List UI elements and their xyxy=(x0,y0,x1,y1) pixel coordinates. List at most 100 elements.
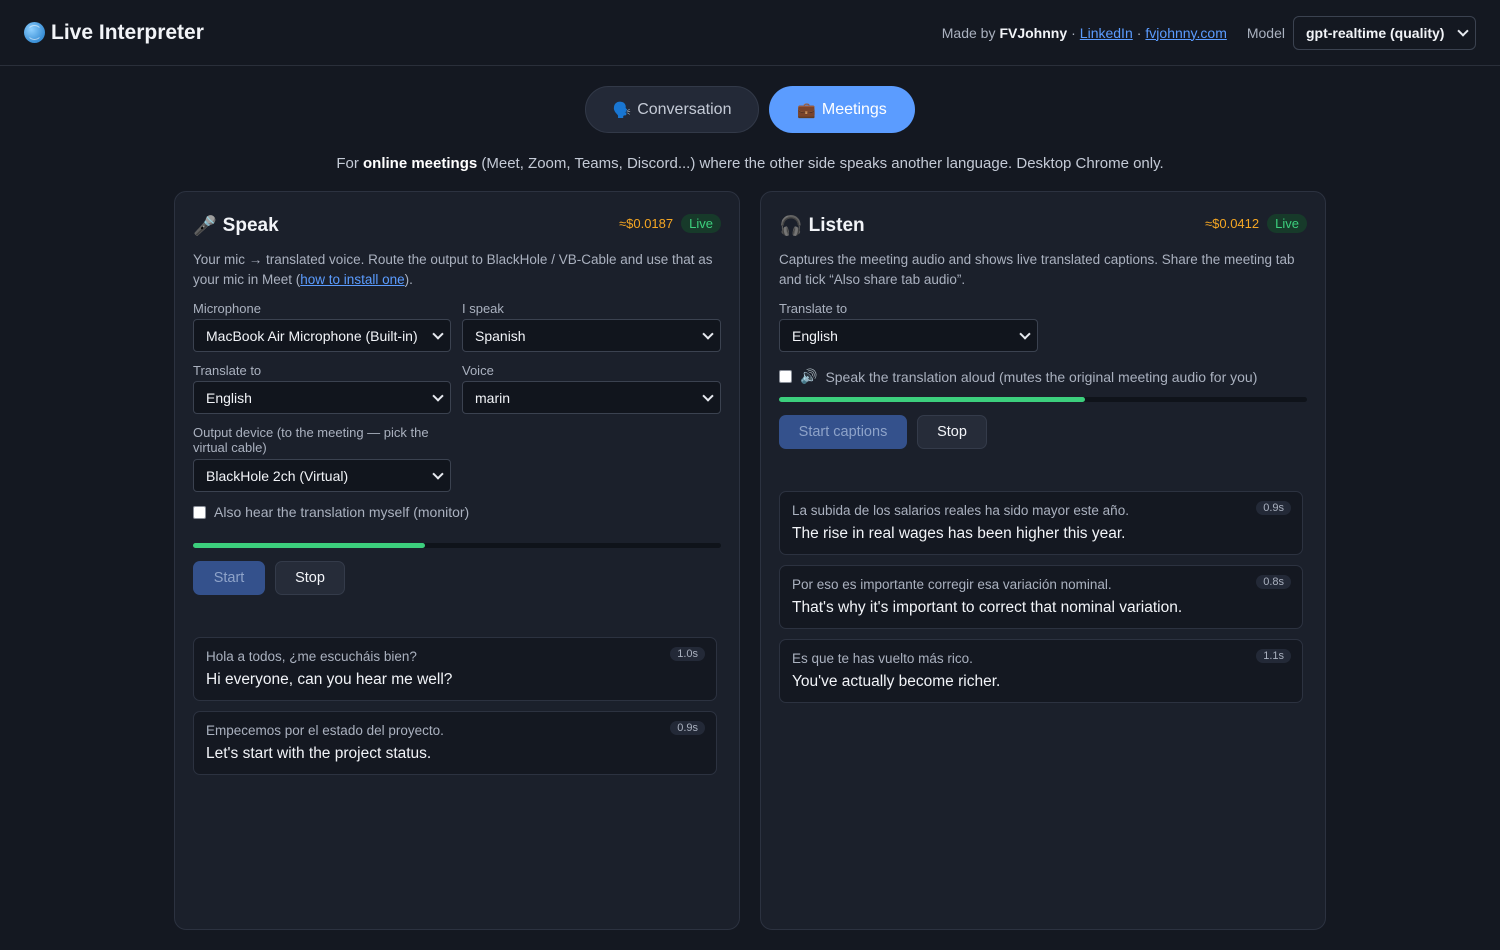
translation-text: You've actually become richer. xyxy=(792,673,1001,690)
listen-stop-button[interactable]: Stop xyxy=(917,415,987,449)
output-device-select-value: BlackHole 2ch (Virtual) xyxy=(206,467,349,484)
i-speak-label: I speak xyxy=(462,301,504,316)
subtitle-rest: (Meet, Zoom, Teams, Discord...) where th… xyxy=(481,155,1164,172)
chevron-down-icon xyxy=(702,327,714,340)
i-speak-select[interactable]: Spanish xyxy=(462,319,721,352)
output-device-label: Output device (to the meeting — pick the… xyxy=(193,425,429,455)
source-text: Por eso es importante corregir esa varia… xyxy=(792,577,1112,592)
model-select-value: gpt-realtime (quality) xyxy=(1306,24,1445,41)
subtitle-bold: online meetings xyxy=(363,155,478,172)
caption-entry: La subida de los salarios reales ha sido… xyxy=(779,491,1303,555)
app-brand: Live Interpreter xyxy=(24,21,204,45)
listen-translate-select[interactable]: English xyxy=(779,319,1038,352)
headphones-icon: 🎧 xyxy=(779,216,803,237)
install-guide-link[interactable]: how to install one xyxy=(300,272,404,287)
monitor-checkbox[interactable] xyxy=(193,505,206,519)
linkedin-link[interactable]: LinkedIn xyxy=(1080,25,1133,41)
caption-entry: Es que te has vuelto más rico. You've ac… xyxy=(779,639,1303,703)
latency-badge: 0.9s xyxy=(1256,501,1291,515)
latency-badge: 0.8s xyxy=(1256,575,1291,589)
listen-translate-label: Translate to xyxy=(779,301,848,316)
output-device-select[interactable]: BlackHole 2ch (Virtual) xyxy=(193,459,451,492)
microphone-label: Microphone xyxy=(193,301,261,316)
listen-level-fill xyxy=(779,397,1086,402)
listen-status-badge: Live xyxy=(1267,214,1307,233)
model-select[interactable]: gpt-realtime (quality) xyxy=(1293,15,1476,50)
mode-description: For online meetings (Meet, Zoom, Teams, … xyxy=(0,155,1500,172)
monitor-option: Also hear the translation myself (monito… xyxy=(193,504,469,520)
speak-aloud-checkbox[interactable] xyxy=(779,370,792,383)
tab-conversation[interactable]: 🗣️ Conversation xyxy=(585,86,759,133)
header-right: Made by FVJohnny · LinkedIn · fvjohnny.c… xyxy=(941,15,1476,50)
speak-start-button[interactable]: Start xyxy=(193,561,265,595)
top-bar: Live Interpreter Made by FVJohnny · Link… xyxy=(0,0,1500,66)
listen-title-text: Listen xyxy=(808,215,865,236)
listen-translate-select-value: English xyxy=(792,327,838,344)
speak-title: 🎤 Speak xyxy=(193,214,279,238)
translation-text: The rise in real wages has been higher t… xyxy=(792,525,1126,542)
chevron-down-icon xyxy=(432,389,444,402)
source-text: Empecemos por el estado del proyecto. xyxy=(206,723,444,738)
microphone-select-value: MacBook Air Microphone (Built-in) xyxy=(206,327,418,344)
microphone-select[interactable]: MacBook Air Microphone (Built-in) xyxy=(193,319,451,352)
source-text: Hola a todos, ¿me escucháis bien? xyxy=(206,649,417,664)
speak-translate-select-value: English xyxy=(206,389,252,406)
speak-cost: ≈$0.0187 xyxy=(619,216,674,231)
microphone-icon: 🎤 xyxy=(193,216,217,237)
caption-entry: Por eso es importante corregir esa varia… xyxy=(779,565,1303,629)
speak-level-fill xyxy=(193,543,426,548)
app-title: Live Interpreter xyxy=(51,20,204,44)
source-text: La subida de los salarios reales ha sido… xyxy=(792,503,1129,518)
listen-description: Captures the meeting audio and shows liv… xyxy=(779,252,1295,287)
chevron-down-icon xyxy=(702,389,714,402)
translation-text: That's why it's important to correct tha… xyxy=(792,599,1183,616)
i-speak-select-value: Spanish xyxy=(475,327,526,344)
voice-label: Voice xyxy=(462,363,494,378)
speaking-head-icon: 🗣️ xyxy=(612,101,632,119)
latency-badge: 1.1s xyxy=(1256,649,1291,663)
tab-conversation-label: Conversation xyxy=(637,100,732,118)
source-text: Es que te has vuelto más rico. xyxy=(792,651,973,666)
speak-panel: 🎤 Speak ≈$0.0187 Live Your mic → transla… xyxy=(174,191,740,930)
listen-panel: 🎧 Listen ≈$0.0412 Live Captures the meet… xyxy=(760,191,1326,930)
speaker-icon: 🔊 xyxy=(800,368,818,384)
speak-translate-select[interactable]: English xyxy=(193,381,451,414)
separator: · xyxy=(1136,24,1142,41)
listen-title: 🎧 Listen xyxy=(779,214,865,238)
voice-select-value: marin xyxy=(475,389,511,406)
speak-cost-row: ≈$0.0187 Live xyxy=(619,214,721,233)
latency-badge: 1.0s xyxy=(670,647,705,661)
speak-transcript-entry: Hola a todos, ¿me escucháis bien? Hi eve… xyxy=(193,637,717,701)
monitor-checkbox-label: Also hear the translation myself (monito… xyxy=(214,504,470,520)
speak-desc-text: Your mic → translated voice. Route the o… xyxy=(193,252,713,287)
mode-tabs: 🗣️ Conversation 💼 Meetings xyxy=(585,86,915,133)
speak-transcript-entry: Empecemos por el estado del proyecto. Le… xyxy=(193,711,717,775)
speak-stop-button[interactable]: Stop xyxy=(275,561,345,595)
tab-meetings[interactable]: 💼 Meetings xyxy=(769,86,915,133)
speak-level-meter xyxy=(193,543,721,548)
speak-aloud-option: 🔊 Speak the translation aloud (mutes the… xyxy=(779,368,1257,385)
start-captions-button[interactable]: Start captions xyxy=(779,415,907,449)
speak-status-badge: Live xyxy=(681,214,721,233)
author-name: FVJohnny xyxy=(999,24,1068,41)
website-link[interactable]: fvjohnny.com xyxy=(1145,25,1226,41)
subtitle-prefix: For xyxy=(336,155,359,172)
speak-description: Your mic → translated voice. Route the o… xyxy=(193,250,723,290)
tab-meetings-label: Meetings xyxy=(821,100,887,118)
latency-badge: 0.9s xyxy=(670,721,705,735)
listen-cost-row: ≈$0.0412 Live xyxy=(1205,214,1307,233)
translation-text: Let's start with the project status. xyxy=(206,745,432,762)
speak-title-text: Speak xyxy=(222,215,279,236)
briefcase-icon: 💼 xyxy=(797,101,816,119)
chevron-down-icon xyxy=(1019,327,1031,340)
globe-icon xyxy=(24,22,45,43)
model-label: Model xyxy=(1246,24,1285,41)
listen-cost: ≈$0.0412 xyxy=(1205,216,1260,231)
chevron-down-icon xyxy=(432,327,444,340)
speak-aloud-label: Speak the translation aloud (mutes the o… xyxy=(825,368,1258,385)
separator: · xyxy=(1071,24,1076,41)
voice-select[interactable]: marin xyxy=(462,381,721,414)
translation-text: Hi everyone, can you hear me well? xyxy=(206,671,453,688)
speak-translate-label: Translate to xyxy=(193,363,262,378)
made-by-label: Made by xyxy=(941,24,996,41)
